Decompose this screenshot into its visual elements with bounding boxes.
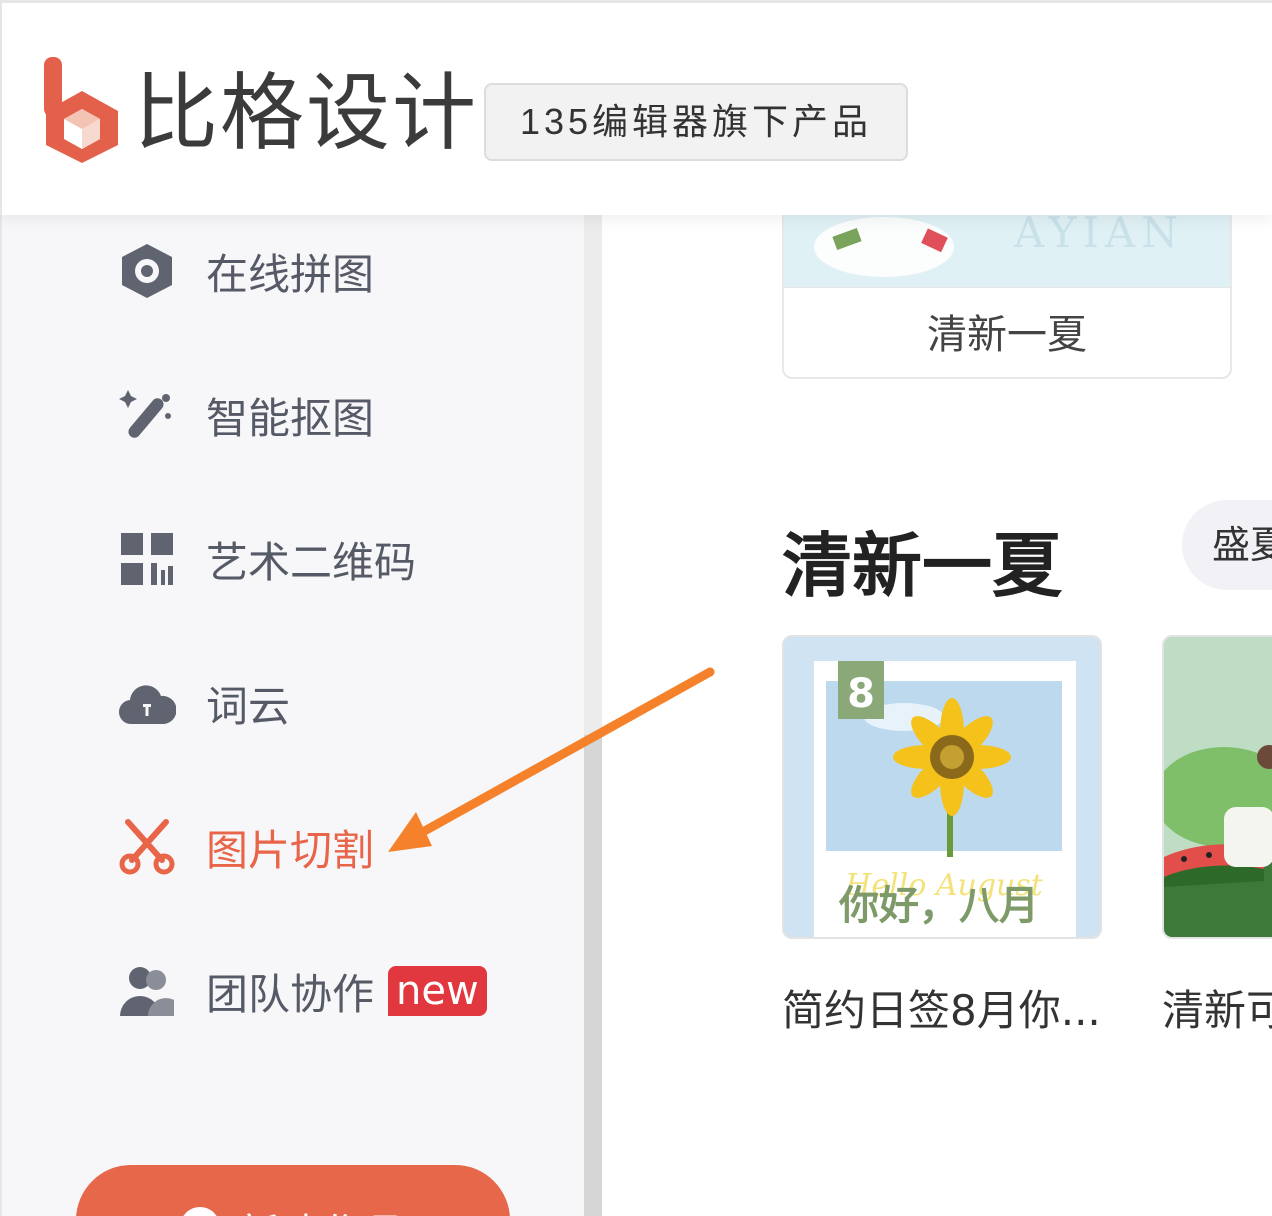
- sidebar-item-art-qrcode[interactable]: 艺术二维码: [118, 524, 416, 594]
- template-card-caption: 清新一夏: [784, 287, 1230, 377]
- qr-code-icon: [118, 530, 176, 588]
- sidebar-item-label: 词云: [206, 681, 291, 731]
- new-badge: new: [388, 966, 487, 1016]
- plus-icon: [179, 1207, 220, 1216]
- bige-logo-icon[interactable]: [42, 55, 122, 163]
- sidebar-item-word-cloud[interactable]: 词云: [118, 668, 290, 738]
- sidebar-item-online-collage[interactable]: 在线拼图: [118, 236, 374, 306]
- template-thumbnail-2[interactable]: [1162, 635, 1272, 939]
- scissors-icon: [118, 818, 176, 876]
- create-work-label: 新建作品: [238, 1201, 406, 1216]
- template-title-2[interactable]: 清新可: [1162, 977, 1272, 1038]
- sidebar-item-label: 团队协作: [206, 969, 375, 1019]
- template-thumbnail: AYIAN: [784, 215, 1230, 287]
- team-icon: [118, 962, 176, 1020]
- section-title: 清新一夏: [782, 525, 1062, 607]
- sidebar: [0, 215, 584, 1216]
- tag-chip[interactable]: 盛夏: [1182, 500, 1272, 590]
- sunflower-illustration: 8 Hello August 你好，八月: [814, 661, 1076, 937]
- sidebar-item-smart-cutout[interactable]: 智能抠图: [118, 380, 374, 450]
- date-number: 8: [847, 671, 875, 717]
- summer-illustration: AYIAN: [814, 215, 1184, 277]
- top-header: 比格设计 135编辑器旗下产品: [0, 0, 1272, 215]
- sidebar-item-team-collab[interactable]: 团队协作 new: [118, 956, 487, 1026]
- template-title-1[interactable]: 简约日签8月你...: [782, 977, 1101, 1038]
- sidebar-item-image-split[interactable]: 图片切割: [118, 812, 374, 882]
- thumb-title-text: 你好，八月: [838, 883, 1039, 929]
- cloud-icon: [118, 674, 176, 732]
- magic-wand-icon: [118, 386, 176, 444]
- sidebar-item-label: 艺术二维码: [206, 537, 417, 587]
- sidebar-item-label: 智能抠图: [206, 393, 375, 443]
- main-content: AYIAN 清新一夏 清新一夏 盛夏 8 Hello August 你好，八月 …: [602, 215, 1272, 1216]
- scrollbar-thumb[interactable]: [584, 735, 602, 1216]
- template-thumbnail-1[interactable]: 8 Hello August 你好，八月: [782, 635, 1102, 939]
- brand-badge: 135编辑器旗下产品: [484, 83, 908, 161]
- hexagon-eye-icon: [118, 242, 176, 300]
- create-work-button[interactable]: 新建作品: [76, 1165, 510, 1216]
- svg-text:AYIAN: AYIAN: [1013, 215, 1184, 257]
- watermelon-illustration: [1164, 745, 1272, 937]
- brand-name[interactable]: 比格设计: [134, 63, 478, 163]
- sidebar-item-label: 图片切割: [206, 825, 375, 875]
- template-card[interactable]: AYIAN 清新一夏: [782, 215, 1232, 379]
- sidebar-item-label: 在线拼图: [206, 249, 375, 299]
